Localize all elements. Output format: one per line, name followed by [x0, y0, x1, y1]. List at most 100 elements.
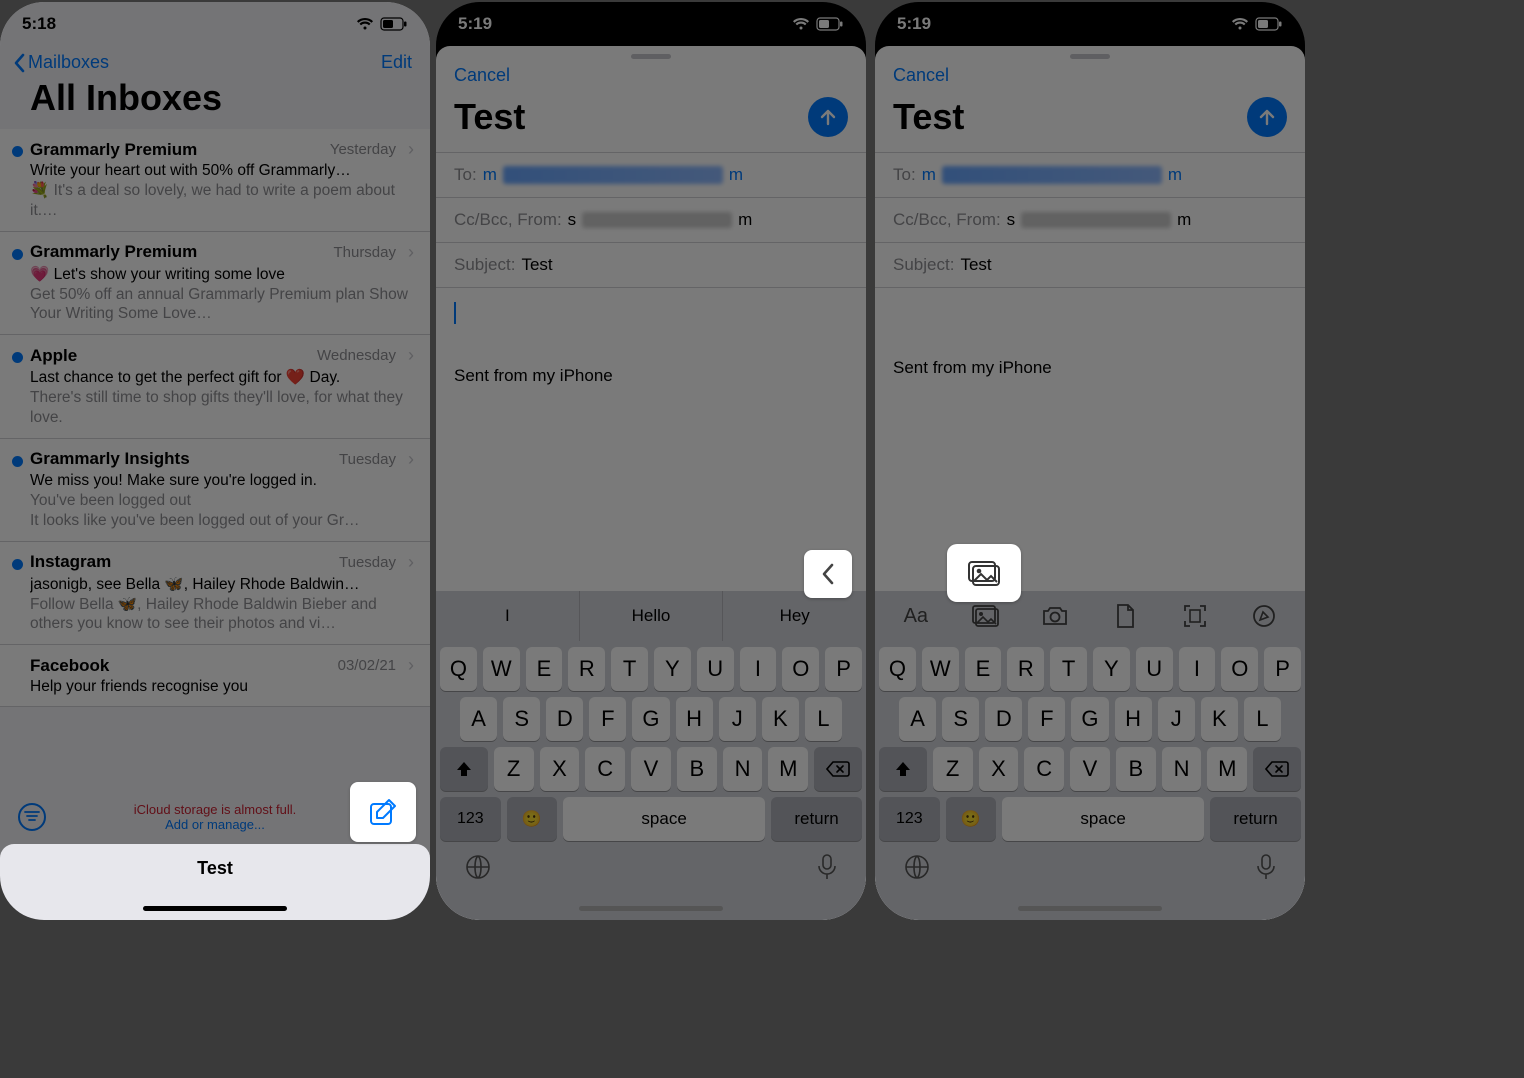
- key-n[interactable]: N: [723, 747, 763, 791]
- mic-icon[interactable]: [1255, 853, 1277, 886]
- key-i[interactable]: I: [740, 647, 777, 691]
- message-row[interactable]: Grammarly PremiumThursday›💗 Let's show y…: [0, 232, 430, 336]
- key-h[interactable]: H: [1115, 697, 1152, 741]
- message-row[interactable]: Grammarly PremiumYesterday›Write your he…: [0, 129, 430, 232]
- photo-library-button[interactable]: [951, 604, 1021, 628]
- key-p[interactable]: P: [1264, 647, 1301, 691]
- key-m[interactable]: M: [768, 747, 808, 791]
- key-j[interactable]: J: [719, 697, 756, 741]
- key-o[interactable]: O: [782, 647, 819, 691]
- key-z[interactable]: Z: [494, 747, 534, 791]
- shift-key[interactable]: [440, 747, 488, 791]
- message-row[interactable]: Grammarly InsightsTuesday›We miss you! M…: [0, 439, 430, 542]
- shift-key[interactable]: [879, 747, 927, 791]
- attach-file-button[interactable]: [1090, 603, 1160, 629]
- key-q[interactable]: Q: [879, 647, 916, 691]
- draft-peek[interactable]: Test: [0, 844, 430, 920]
- key-w[interactable]: W: [483, 647, 520, 691]
- key-a[interactable]: A: [460, 697, 497, 741]
- edit-button[interactable]: Edit: [381, 52, 412, 73]
- key-i[interactable]: I: [1179, 647, 1216, 691]
- send-button[interactable]: [808, 97, 848, 137]
- key-b[interactable]: B: [677, 747, 717, 791]
- key-l[interactable]: L: [1244, 697, 1281, 741]
- key-u[interactable]: U: [697, 647, 734, 691]
- suggestion-1[interactable]: I: [436, 591, 580, 641]
- key-g[interactable]: G: [1071, 697, 1108, 741]
- ccbcc-field[interactable]: Cc/Bcc, From: s m: [875, 197, 1305, 242]
- key-k[interactable]: K: [1201, 697, 1238, 741]
- key-d[interactable]: D: [985, 697, 1022, 741]
- key-m[interactable]: M: [1207, 747, 1247, 791]
- key-x[interactable]: X: [979, 747, 1019, 791]
- to-field[interactable]: To: m m: [436, 152, 866, 197]
- filter-button[interactable]: [18, 803, 46, 831]
- key-j[interactable]: J: [1158, 697, 1195, 741]
- globe-icon[interactable]: [903, 853, 931, 886]
- key-g[interactable]: G: [632, 697, 669, 741]
- key-c[interactable]: C: [585, 747, 625, 791]
- key-n[interactable]: N: [1162, 747, 1202, 791]
- delete-key[interactable]: [814, 747, 862, 791]
- message-row[interactable]: AppleWednesday›Last chance to get the pe…: [0, 335, 430, 439]
- suggestion-3[interactable]: Hey: [723, 591, 866, 641]
- key-v[interactable]: V: [1070, 747, 1110, 791]
- compose-body[interactable]: Sent from my iPhone: [875, 287, 1305, 591]
- emoji-key[interactable]: 🙂: [507, 797, 558, 841]
- numbers-key[interactable]: 123: [879, 797, 940, 841]
- compose-body[interactable]: Sent from my iPhone: [436, 287, 866, 591]
- subject-field[interactable]: Subject: Test: [436, 242, 866, 287]
- return-key[interactable]: return: [771, 797, 862, 841]
- emoji-key[interactable]: 🙂: [946, 797, 997, 841]
- key-u[interactable]: U: [1136, 647, 1173, 691]
- globe-icon[interactable]: [464, 853, 492, 886]
- delete-key[interactable]: [1253, 747, 1301, 791]
- send-button[interactable]: [1247, 97, 1287, 137]
- camera-button[interactable]: [1020, 605, 1090, 627]
- ccbcc-field[interactable]: Cc/Bcc, From: s m: [436, 197, 866, 242]
- key-r[interactable]: R: [1007, 647, 1044, 691]
- message-row[interactable]: InstagramTuesday›jasonigb, see Bella 🦋, …: [0, 542, 430, 646]
- photo-library-highlight[interactable]: [947, 544, 1021, 602]
- key-y[interactable]: Y: [654, 647, 691, 691]
- compose-button[interactable]: [350, 782, 416, 842]
- key-h[interactable]: H: [676, 697, 713, 741]
- return-key[interactable]: return: [1210, 797, 1301, 841]
- key-y[interactable]: Y: [1093, 647, 1130, 691]
- to-field[interactable]: To: m m: [875, 152, 1305, 197]
- cancel-button[interactable]: Cancel: [454, 65, 510, 86]
- key-t[interactable]: T: [611, 647, 648, 691]
- key-b[interactable]: B: [1116, 747, 1156, 791]
- suggestion-2[interactable]: Hello: [580, 591, 724, 641]
- format-text-button[interactable]: Aa: [881, 605, 951, 628]
- message-row[interactable]: Facebook03/02/21›Help your friends recog…: [0, 645, 430, 707]
- key-k[interactable]: K: [762, 697, 799, 741]
- back-mailboxes[interactable]: Mailboxes: [12, 52, 109, 73]
- key-s[interactable]: S: [942, 697, 979, 741]
- cancel-button[interactable]: Cancel: [893, 65, 949, 86]
- key-x[interactable]: X: [540, 747, 580, 791]
- key-s[interactable]: S: [503, 697, 540, 741]
- key-o[interactable]: O: [1221, 647, 1258, 691]
- key-z[interactable]: Z: [933, 747, 973, 791]
- key-c[interactable]: C: [1024, 747, 1064, 791]
- key-q[interactable]: Q: [440, 647, 477, 691]
- space-key[interactable]: space: [1002, 797, 1204, 841]
- markup-button[interactable]: [1229, 604, 1299, 628]
- key-a[interactable]: A: [899, 697, 936, 741]
- key-f[interactable]: F: [589, 697, 626, 741]
- key-d[interactable]: D: [546, 697, 583, 741]
- key-p[interactable]: P: [825, 647, 862, 691]
- key-e[interactable]: E: [526, 647, 563, 691]
- mic-icon[interactable]: [816, 853, 838, 886]
- numbers-key[interactable]: 123: [440, 797, 501, 841]
- space-key[interactable]: space: [563, 797, 765, 841]
- key-f[interactable]: F: [1028, 697, 1065, 741]
- key-t[interactable]: T: [1050, 647, 1087, 691]
- key-e[interactable]: E: [965, 647, 1002, 691]
- storage-notice[interactable]: iCloud storage is almost full. Add or ma…: [46, 802, 384, 832]
- key-w[interactable]: W: [922, 647, 959, 691]
- subject-field[interactable]: Subject: Test: [875, 242, 1305, 287]
- expand-toolbar-button[interactable]: [804, 550, 852, 598]
- key-l[interactable]: L: [805, 697, 842, 741]
